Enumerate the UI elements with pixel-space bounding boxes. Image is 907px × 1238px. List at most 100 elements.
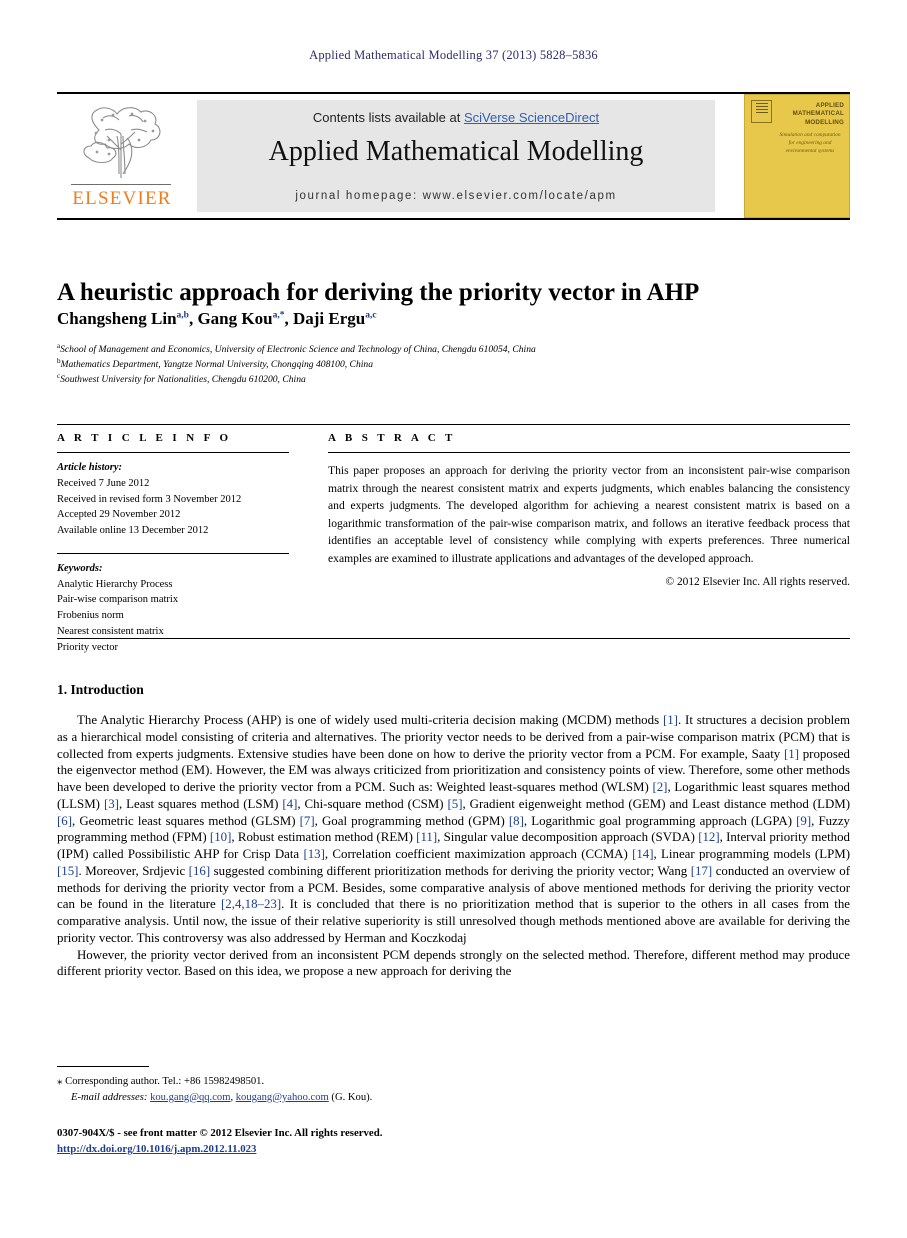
article-info-rule <box>57 452 289 453</box>
author-affiliation-marks: a,b <box>176 310 189 321</box>
affiliation-item: aSchool of Management and Economics, Uni… <box>57 342 847 357</box>
keyword-item: Pair-wise comparison matrix <box>57 594 179 606</box>
cover-publisher-badge <box>751 100 772 123</box>
keyword-item: Analytic Hierarchy Process <box>57 578 173 590</box>
keyword-item: Nearest consistent matrix <box>57 625 164 637</box>
affiliation-list: aSchool of Management and Economics, Uni… <box>57 342 847 386</box>
citation-ref[interactable]: [13] <box>303 847 324 861</box>
abstract-text: This paper proposes an approach for deri… <box>328 464 850 566</box>
masthead-bottom-rule <box>57 218 850 220</box>
text-run: suggested combining different prioritiza… <box>210 863 691 878</box>
citation-ref[interactable]: [3] <box>104 797 119 811</box>
text-run: , Least squares method (LSM) <box>118 796 283 811</box>
citation-ref[interactable]: [2,4,18–23] <box>221 897 281 911</box>
email-suffix: (G. Kou). <box>328 1091 373 1103</box>
article-info-heading: A R T I C L E I N F O <box>57 432 232 444</box>
article-info-abstract-band: A R T I C L E I N F O Article history: R… <box>57 424 850 653</box>
article-history-label: Article history: <box>57 462 123 473</box>
author-name: Changsheng Lin <box>57 309 177 328</box>
footnote-star-marker: ⁎ <box>57 1075 63 1087</box>
author-name: Daji Ergu <box>292 309 366 328</box>
article-history-block: Article history: Received 7 June 2012 Re… <box>57 460 289 539</box>
affiliation-text: School of Management and Economics, Univ… <box>60 344 536 356</box>
email-link-primary[interactable]: kou.gang@qq.com <box>150 1092 230 1103</box>
section-heading-introduction: 1. Introduction <box>57 682 144 697</box>
article-info-column: A R T I C L E I N F O Article history: R… <box>57 432 289 655</box>
paragraph-1: The Analytic Hierarchy Process (AHP) is … <box>57 712 850 947</box>
text-run: , Chi-square method (CSM) <box>297 796 448 811</box>
author-name: Gang Kou <box>197 309 273 328</box>
citation-ref[interactable]: [14] <box>632 847 653 861</box>
citation-ref[interactable]: [2] <box>652 780 667 794</box>
abstract-rule <box>328 452 850 453</box>
contents-list-line: Contents lists available at SciVerse Sci… <box>197 110 715 125</box>
journal-info-panel: Contents lists available at SciVerse Sci… <box>197 100 715 212</box>
corresponding-author-note: ⁎ Corresponding author. Tel.: +86 159824… <box>57 1073 557 1090</box>
text-run: , Singular value decomposition approach … <box>437 830 699 845</box>
journal-title: Applied Mathematical Modelling <box>268 136 644 167</box>
elsevier-logo-baseline <box>71 184 171 185</box>
affiliation-text: Mathematics Department, Yangtze Normal U… <box>60 358 374 370</box>
footnote-block: ⁎ Corresponding author. Tel.: +86 159824… <box>57 1073 557 1106</box>
cover-subtitle: Simulation and computation for engineeri… <box>779 132 841 155</box>
journal-homepage[interactable]: journal homepage: www.elsevier.com/locat… <box>197 190 715 202</box>
keyword-item: Priority vector <box>57 641 118 653</box>
sciencedirect-link[interactable]: SciVerse ScienceDirect <box>464 110 599 125</box>
page-title: A heuristic approach for deriving the pr… <box>57 278 700 306</box>
article-history-item: Received in revised form 3 November 2012 <box>57 493 242 505</box>
text-run: The Analytic Hierarchy Process (AHP) is … <box>77 713 663 727</box>
text-run: , Geometric least squares method (GLSM) <box>72 813 300 828</box>
citation-ref[interactable]: [11] <box>416 830 437 844</box>
article-history-item: Available online 13 December 2012 <box>57 525 209 536</box>
citation-ref[interactable]: [16] <box>189 864 210 878</box>
masthead-top-rule <box>57 92 850 94</box>
abstract-column: A B S T R A C T This paper proposes an a… <box>328 432 850 588</box>
citation-ref[interactable]: [7] <box>300 814 315 828</box>
body-text: The Analytic Hierarchy Process (AHP) is … <box>57 712 850 980</box>
author-affiliation-marks[interactable]: a,* <box>273 310 285 320</box>
citation-ref[interactable]: [1] <box>663 713 678 727</box>
citation-ref[interactable]: [10] <box>210 830 231 844</box>
citation-ref[interactable]: [8] <box>509 814 524 828</box>
footnote-separator-rule <box>57 1066 149 1067</box>
abstract-heading: A B S T R A C T <box>328 432 456 444</box>
paragraph-2: However, the priority vector derived fro… <box>57 947 850 979</box>
text-run: , Goal programming method (GPM) <box>314 813 509 828</box>
journal-cover-thumbnail[interactable]: APPLIED MATHEMATICAL MODELLING Simulatio… <box>744 94 850 218</box>
citation-ref[interactable]: [1] <box>784 747 799 761</box>
doi-link[interactable]: http://dx.doi.org/10.1016/j.apm.2012.11.… <box>57 1143 256 1155</box>
corresponding-author-text: Corresponding author. Tel.: +86 15982498… <box>65 1076 265 1087</box>
keyword-item: Frobenius norm <box>57 610 124 621</box>
elsevier-logo: ELSEVIER <box>63 98 181 214</box>
keywords-rule <box>57 552 289 554</box>
imprint-block: 0307-904X/$ - see front matter © 2012 El… <box>57 1125 617 1157</box>
contents-prefix: Contents lists available at <box>312 110 464 125</box>
copyright-line: © 2012 Elsevier Inc. All rights reserved… <box>665 575 850 588</box>
running-head: Applied Mathematical Modelling 37 (2013)… <box>309 48 598 62</box>
citation-ref[interactable]: [4] <box>282 797 297 811</box>
issn-copyright-line: 0307-904X/$ - see front matter © 2012 El… <box>57 1127 383 1139</box>
text-run: , Logarithmic goal programming approach … <box>523 813 797 828</box>
text-run: , Gradient eigenweight method (GEM) and … <box>462 796 851 811</box>
keywords-block: Keywords: Analytic Hierarchy Process Pai… <box>57 561 289 656</box>
elsevier-wordmark: ELSEVIER <box>72 188 172 209</box>
email-label: E-mail addresses: <box>71 1091 148 1103</box>
text-run: . Moreover, Srdjevic <box>78 863 189 878</box>
citation-ref[interactable]: [9] <box>796 814 811 828</box>
citation-ref[interactable]: [17] <box>691 864 712 878</box>
citation-ref[interactable]: [5] <box>447 797 462 811</box>
article-history-item: Accepted 29 November 2012 <box>57 509 181 521</box>
text-run: , Robust estimation method (REM) <box>231 830 417 845</box>
elsevier-tree-icon <box>83 107 161 178</box>
text-run: , Linear programming models (LPM) <box>653 847 851 862</box>
text-run: , Correlation coefficient maximization a… <box>324 847 633 862</box>
author-separator: , <box>284 309 293 328</box>
affiliation-text: Southwest University for Nationalities, … <box>60 373 306 385</box>
affiliation-item: cSouthwest University for Nationalities,… <box>57 372 847 387</box>
citation-ref[interactable]: [6] <box>57 814 72 828</box>
citation-ref[interactable]: [12] <box>698 830 719 844</box>
keywords-label: Keywords: <box>57 562 103 574</box>
author-affiliation-marks: a,c <box>365 310 377 321</box>
citation-ref[interactable]: [15] <box>57 864 78 878</box>
email-link-secondary[interactable]: kougang@yahoo.com <box>236 1092 329 1103</box>
